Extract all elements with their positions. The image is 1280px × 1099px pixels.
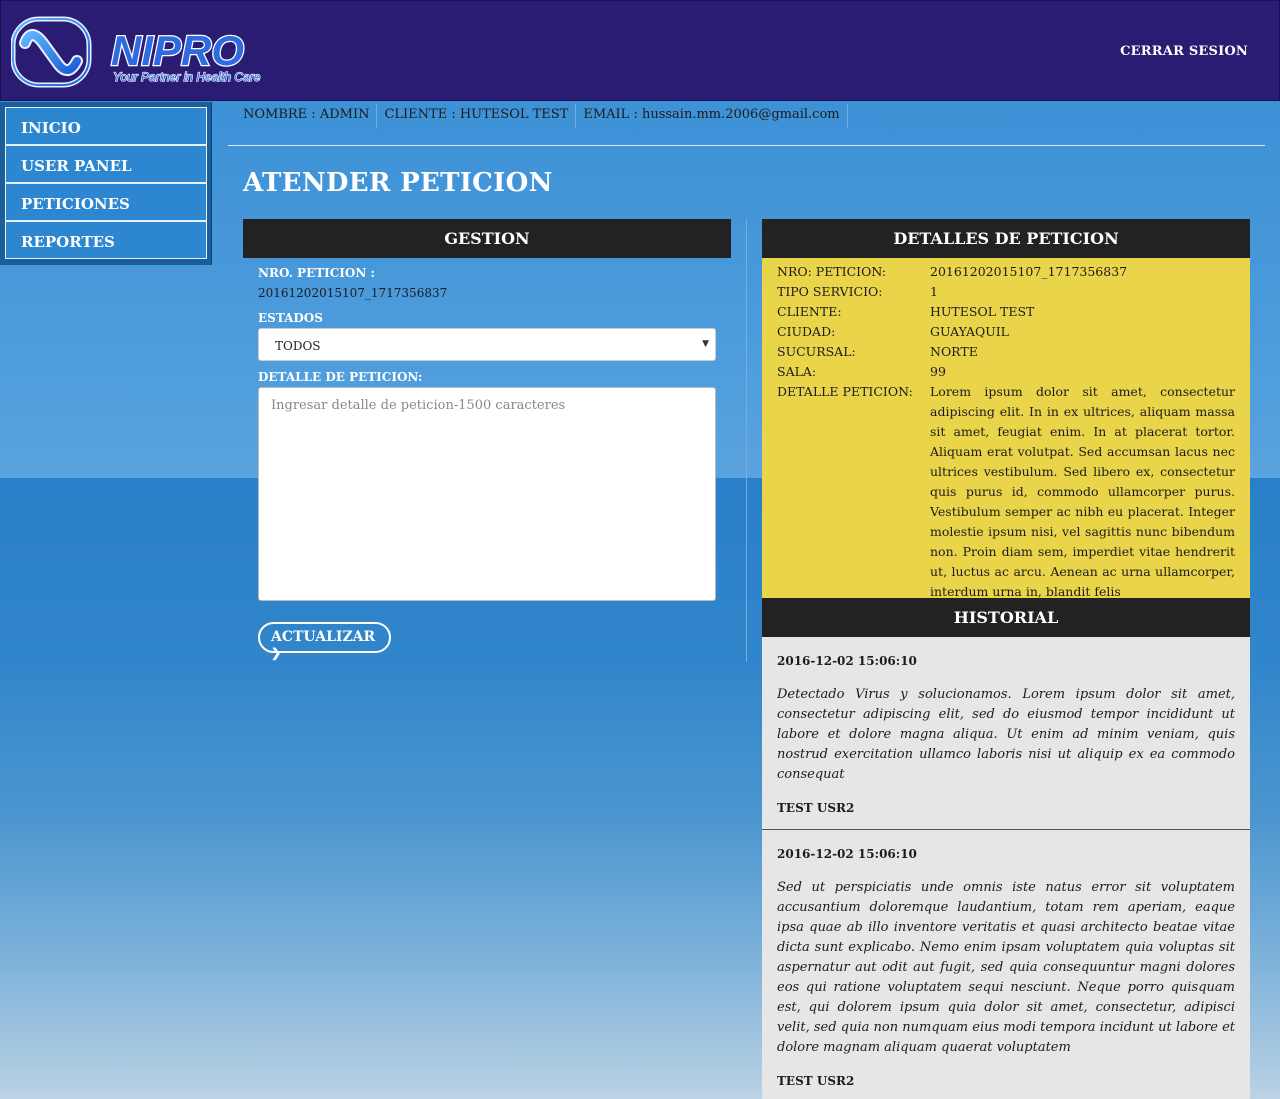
chevron-right-icon: ❯ [271,646,282,660]
detail-row: CIUDAD: GUAYAQUIL [777,322,1235,342]
page-title: ATENDER PETICION [243,168,553,198]
detail-key: DETALLE PETICION: [777,384,913,399]
estados-select[interactable]: TODOS ▼ [258,328,716,361]
actualizar-label: ACTUALIZAR [271,629,376,645]
history-entry: 2016-12-02 15:06:10 Detectado Virus y so… [762,637,1250,830]
logout-link[interactable]: CERRAR SESION [1120,44,1248,59]
detail-row: NRO: PETICION: 20161202015107_1717356837 [777,262,1235,282]
history-date: 2016-12-02 15:06:10 [777,847,917,861]
divider [228,145,1265,146]
sidebar-item-inicio[interactable]: INICIO [5,107,207,145]
detail-key: TIPO SERVICIO: [777,284,883,299]
gestion-title: GESTION [243,219,731,258]
detail-key: CIUDAD: [777,324,836,339]
brand-tagline: Your Partner in Health Care [113,70,261,84]
sidebar-item-peticiones[interactable]: PETICIONES [5,183,207,221]
history-text: Detectado Virus y solucionamos. Lorem ip… [777,687,1235,782]
top-header: NIPRO Your Partner in Health Care CERRAR… [0,0,1280,101]
sidebar-item-reportes[interactable]: REPORTES [5,221,207,259]
detalle-textarea[interactable]: Ingresar detalle de peticion-1500 caract… [258,387,716,601]
nro-peticion-value: 20161202015107_1717356837 [258,286,448,300]
user-email: EMAIL : hussain.mm.2006@gmail.com [576,104,848,128]
brand-name: NIPRO [111,27,244,74]
detalle-label: DETALLE DE PETICION: [258,370,423,384]
detail-value: NORTE [930,344,978,359]
history-text: Sed ut perspiciatis unde omnis iste natu… [777,880,1235,1055]
detail-key: NRO: PETICION: [777,264,887,279]
detail-row: DETALLE PETICION: Lorem ipsum dolor sit a… [777,382,1235,602]
detail-row: SALA: 99 [777,362,1235,382]
history-user: TEST USR2 [777,1074,855,1088]
nipro-logo[interactable]: NIPRO Your Partner in Health Care [11,15,281,89]
user-info-bar: NOMBRE : ADMIN CLIENTE : HUTESOL TEST EM… [236,104,848,128]
detail-value: 1 [930,284,938,299]
history-date: 2016-12-02 15:06:10 [777,654,917,668]
detalles-panel: DETALLES DE PETICION NRO: PETICION: 20161… [762,219,1250,1099]
detail-value: HUTESOL TEST [930,304,1035,319]
estados-label: ESTADOS [258,311,323,325]
user-client: CLIENTE : HUTESOL TEST [377,104,577,128]
panel-divider [746,219,747,662]
detalles-body: NRO: PETICION: 20161202015107_1717356837 … [762,258,1250,599]
detail-key: SUCURSAL: [777,344,856,359]
nro-peticion-label: NRO. PETICION : [258,266,375,280]
detail-value: 99 [930,364,946,379]
historial-title: HISTORIAL [762,598,1250,637]
dropdown-caret-icon: ▼ [702,339,709,349]
actualizar-button[interactable]: ACTUALIZAR ❯ [258,622,391,660]
detail-row: CLIENTE: HUTESOL TEST [777,302,1235,322]
detail-value: GUAYAQUIL [930,324,1009,339]
history-user: TEST USR2 [777,801,855,815]
detail-row: SUCURSAL: NORTE [777,342,1235,362]
sidebar: INICIO USER PANEL PETICIONES REPORTES [0,102,212,265]
sidebar-item-user-panel[interactable]: USER PANEL [5,145,207,183]
detail-key: SALA: [777,364,817,379]
detalle-placeholder: Ingresar detalle de peticion-1500 caract… [271,398,566,413]
detalles-title: DETALLES DE PETICION [762,219,1250,258]
history-entry: 2016-12-02 15:06:10 Sed ut perspiciatis … [762,830,1250,1099]
estados-selected: TODOS [275,339,321,353]
detail-row: TIPO SERVICIO: 1 [777,282,1235,302]
detail-value: 20161202015107_1717356837 [930,264,1128,279]
gestion-panel: GESTION [243,219,731,258]
user-name: NOMBRE : ADMIN [236,104,378,128]
detail-value: Lorem ipsum dolor sit amet, consectetur … [930,384,1235,599]
detail-key: CLIENTE: [777,304,842,319]
